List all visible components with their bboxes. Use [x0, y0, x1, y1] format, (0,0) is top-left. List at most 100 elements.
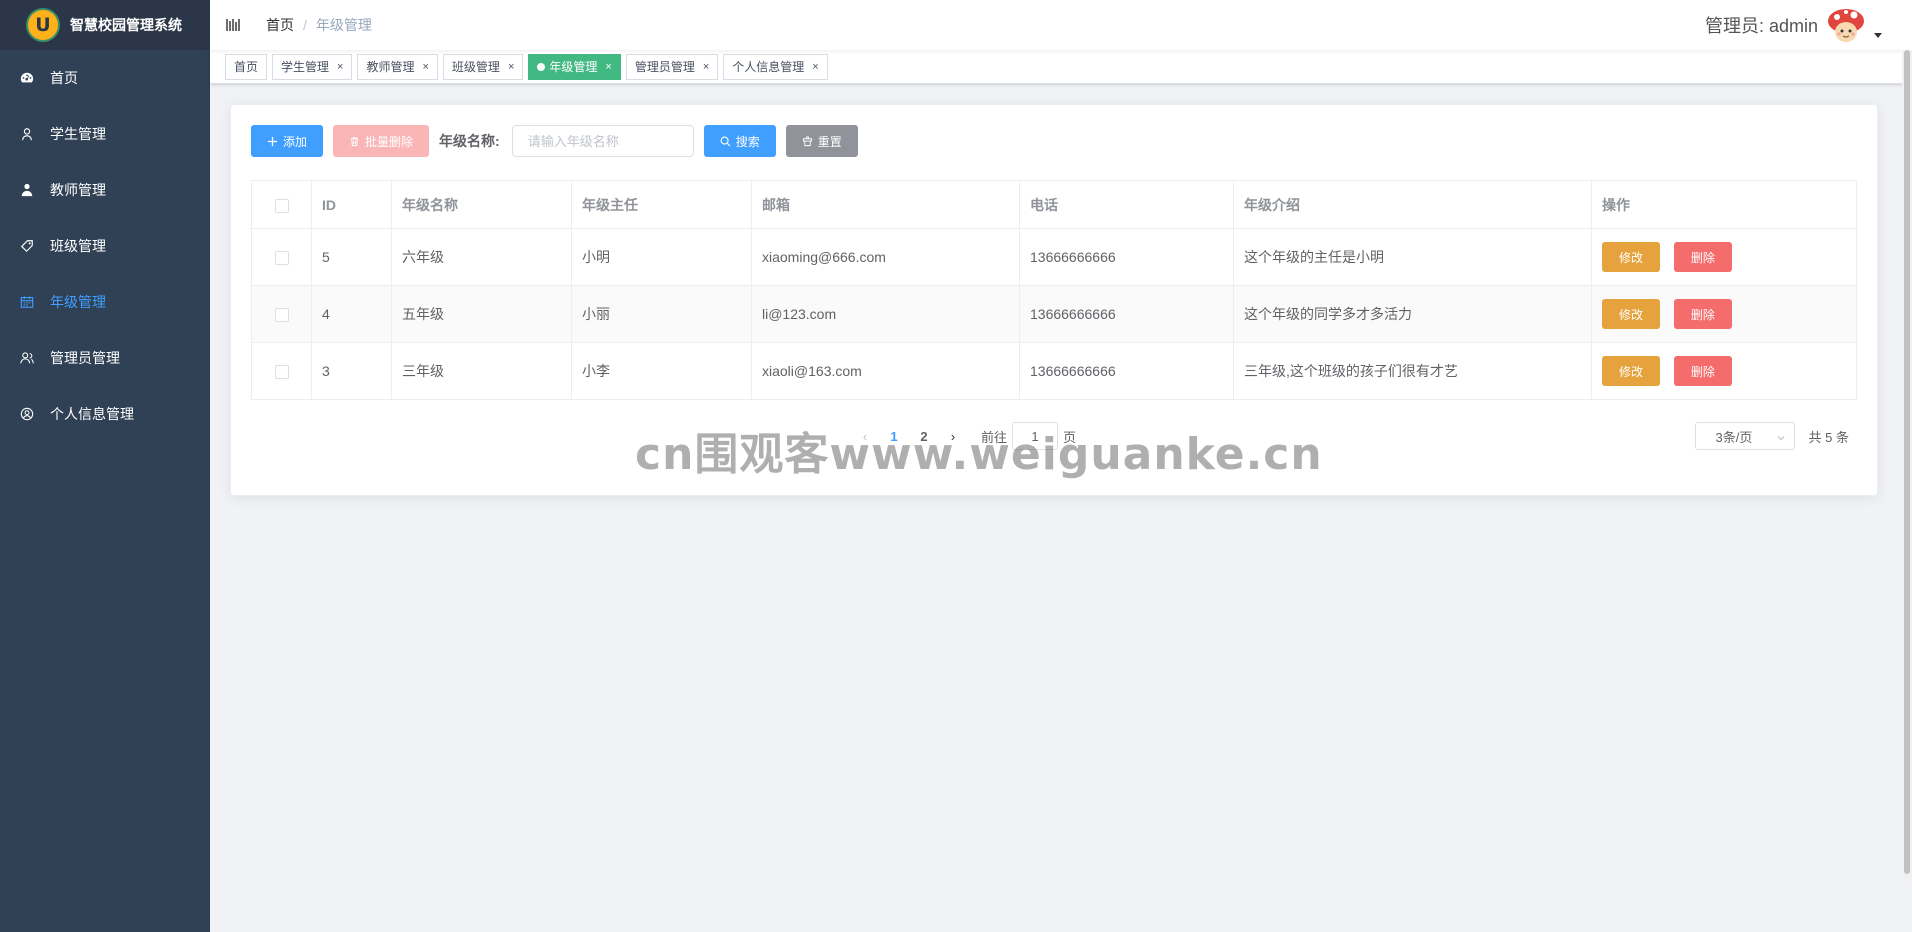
caret-down-icon[interactable]: [1874, 32, 1882, 38]
goto-page-input[interactable]: [1012, 422, 1059, 450]
cell-email: xiaoming@666.com: [751, 228, 1020, 286]
row-select-cell: [251, 285, 312, 343]
sidebar-item-admins[interactable]: 管理员管理: [0, 330, 210, 386]
close-icon[interactable]: ×: [605, 55, 611, 79]
tags-view: 首页 学生管理 × 教师管理 × 班级管理 × 年级管理 × 管理员管理 × 个人信息管理…: [210, 50, 1912, 84]
avatar[interactable]: [1826, 5, 1866, 45]
search-icon: [720, 136, 731, 147]
cell-name: 三年级: [391, 342, 572, 400]
tag-profile[interactable]: 个人信息管理 ×: [723, 53, 828, 80]
reset-button[interactable]: 重置: [785, 125, 858, 157]
tag-admins[interactable]: 管理员管理 ×: [625, 53, 719, 80]
sidebar-item-classes[interactable]: 班级管理: [0, 218, 210, 274]
sidebar-menu: 首页 学生管理 教师管理 班级管理 年级管理 管理员管理 个人信息管理: [0, 50, 210, 442]
edit-button[interactable]: 修改: [1602, 356, 1661, 386]
page-number[interactable]: 1: [879, 429, 909, 444]
pagination: ‹ 1 2 › 前往 页 3条/页: [251, 422, 1857, 450]
sidebar-item-label: 个人信息管理: [50, 406, 134, 422]
search-button[interactable]: 搜索: [703, 125, 776, 157]
active-dot-icon: [537, 62, 546, 71]
tag-students[interactable]: 学生管理 ×: [272, 53, 353, 80]
row-checkbox[interactable]: [274, 308, 289, 323]
logo[interactable]: U 智慧校园管理系统: [0, 0, 210, 50]
user-menu[interactable]: 管理员: admin: [1705, 0, 1882, 50]
app-title: 智慧校园管理系统: [70, 17, 182, 33]
page-jumper: 前往 页: [981, 422, 1076, 450]
batch-delete-button[interactable]: 批量删除: [333, 125, 430, 157]
sidebar-item-label: 首页: [50, 70, 78, 86]
row-select-cell: [251, 342, 312, 400]
prev-page-button[interactable]: ‹: [851, 429, 879, 444]
column-header-email[interactable]: 邮箱: [751, 180, 1020, 229]
cell-director: 小丽: [571, 285, 752, 343]
edit-button[interactable]: 修改: [1602, 242, 1661, 272]
table-row: 3 三年级 小李 xiaoli@163.com 13666666666 三年级,…: [251, 342, 1857, 400]
plus-icon: [267, 136, 278, 147]
tag-classes[interactable]: 班级管理 ×: [442, 53, 524, 80]
delete-button[interactable]: 删除: [1673, 242, 1732, 272]
sidebar-item-grades[interactable]: 年级管理: [0, 274, 210, 330]
tag-grades[interactable]: 年级管理 ×: [528, 53, 621, 80]
sidebar-item-teachers[interactable]: 教师管理: [0, 162, 210, 218]
close-icon[interactable]: ×: [812, 55, 818, 79]
page-size-select[interactable]: 3条/页: [1694, 422, 1795, 450]
tag-teachers[interactable]: 教师管理 ×: [357, 53, 438, 80]
cell-phone: 13666666666: [1019, 228, 1234, 286]
cell-id: 3: [311, 342, 392, 400]
pager: ‹ 1 2 › 前往 页: [851, 422, 1076, 450]
app-root: U 智慧校园管理系统 首页 学生管理 教师管理 班级管理 年级管理 管理员管理 …: [0, 0, 1912, 932]
profile-icon: [20, 407, 34, 421]
cell-phone: 13666666666: [1019, 342, 1234, 400]
navbar: 首页 / 年级管理 管理员: admin: [210, 0, 1912, 50]
cell-phone: 13666666666: [1019, 285, 1234, 343]
chevron-down-icon: [1776, 431, 1786, 446]
row-checkbox[interactable]: [274, 251, 289, 266]
scrollbar-thumb[interactable]: [1904, 50, 1910, 874]
pagination-right: 3条/页 共 5 条: [1694, 422, 1857, 450]
column-header-director[interactable]: 年级主任: [571, 180, 752, 229]
sidebar-item-label: 教师管理: [50, 182, 106, 198]
column-header-phone[interactable]: 电话: [1019, 180, 1234, 229]
close-icon[interactable]: ×: [508, 55, 514, 79]
delete-button[interactable]: 删除: [1673, 356, 1732, 386]
grade-name-input[interactable]: [511, 125, 694, 157]
cell-director: 小明: [571, 228, 752, 286]
calendar-icon: [20, 295, 34, 309]
tag-icon: [20, 239, 34, 253]
edit-button[interactable]: 修改: [1602, 299, 1661, 329]
select-all-checkbox[interactable]: [274, 198, 289, 213]
cell-director: 小李: [571, 342, 752, 400]
admin-icon: [20, 351, 34, 365]
column-header-intro[interactable]: 年级介绍: [1233, 180, 1592, 229]
column-header-name[interactable]: 年级名称: [391, 180, 572, 229]
breadcrumb-home[interactable]: 首页: [266, 15, 294, 35]
column-header-id[interactable]: ID: [311, 180, 392, 229]
close-icon[interactable]: ×: [703, 55, 709, 79]
total-count: 共 5 条: [1808, 429, 1849, 445]
page-scrollbar[interactable]: [1902, 50, 1912, 882]
breadcrumb-current: 年级管理: [315, 17, 372, 33]
sidebar-item-students[interactable]: 学生管理: [0, 106, 210, 162]
page-number[interactable]: 2: [909, 429, 939, 444]
delete-button[interactable]: 删除: [1673, 299, 1732, 329]
sidebar-item-home[interactable]: 首页: [0, 50, 210, 106]
hamburger-icon[interactable]: [225, 17, 241, 33]
cell-id: 5: [311, 228, 392, 286]
cell-actions: 修改 删除: [1591, 228, 1857, 286]
sidebar-item-profile[interactable]: 个人信息管理: [0, 386, 210, 442]
grade-card: 添加 批量删除 年级名称: 搜索 重置: [230, 104, 1878, 496]
cell-email: xiaoli@163.com: [751, 342, 1020, 400]
sidebar-item-label: 年级管理: [50, 294, 106, 310]
next-page-button[interactable]: ›: [939, 429, 967, 444]
add-button[interactable]: 添加: [251, 125, 324, 157]
cell-intro: 三年级,这个班级的孩子们很有才艺: [1233, 342, 1592, 400]
cell-name: 五年级: [391, 285, 572, 343]
close-icon[interactable]: ×: [422, 55, 428, 79]
tag-home[interactable]: 首页: [225, 53, 268, 80]
cell-intro: 这个年级的同学多才多活力: [1233, 285, 1592, 343]
row-checkbox[interactable]: [274, 365, 289, 380]
close-icon[interactable]: ×: [337, 55, 343, 79]
main-area: 首页 / 年级管理 管理员: admin 首页 学生管理 × 教师管理 × 班级…: [210, 0, 1912, 932]
content: 添加 批量删除 年级名称: 搜索 重置: [210, 84, 1912, 496]
reset-icon: [802, 135, 813, 147]
